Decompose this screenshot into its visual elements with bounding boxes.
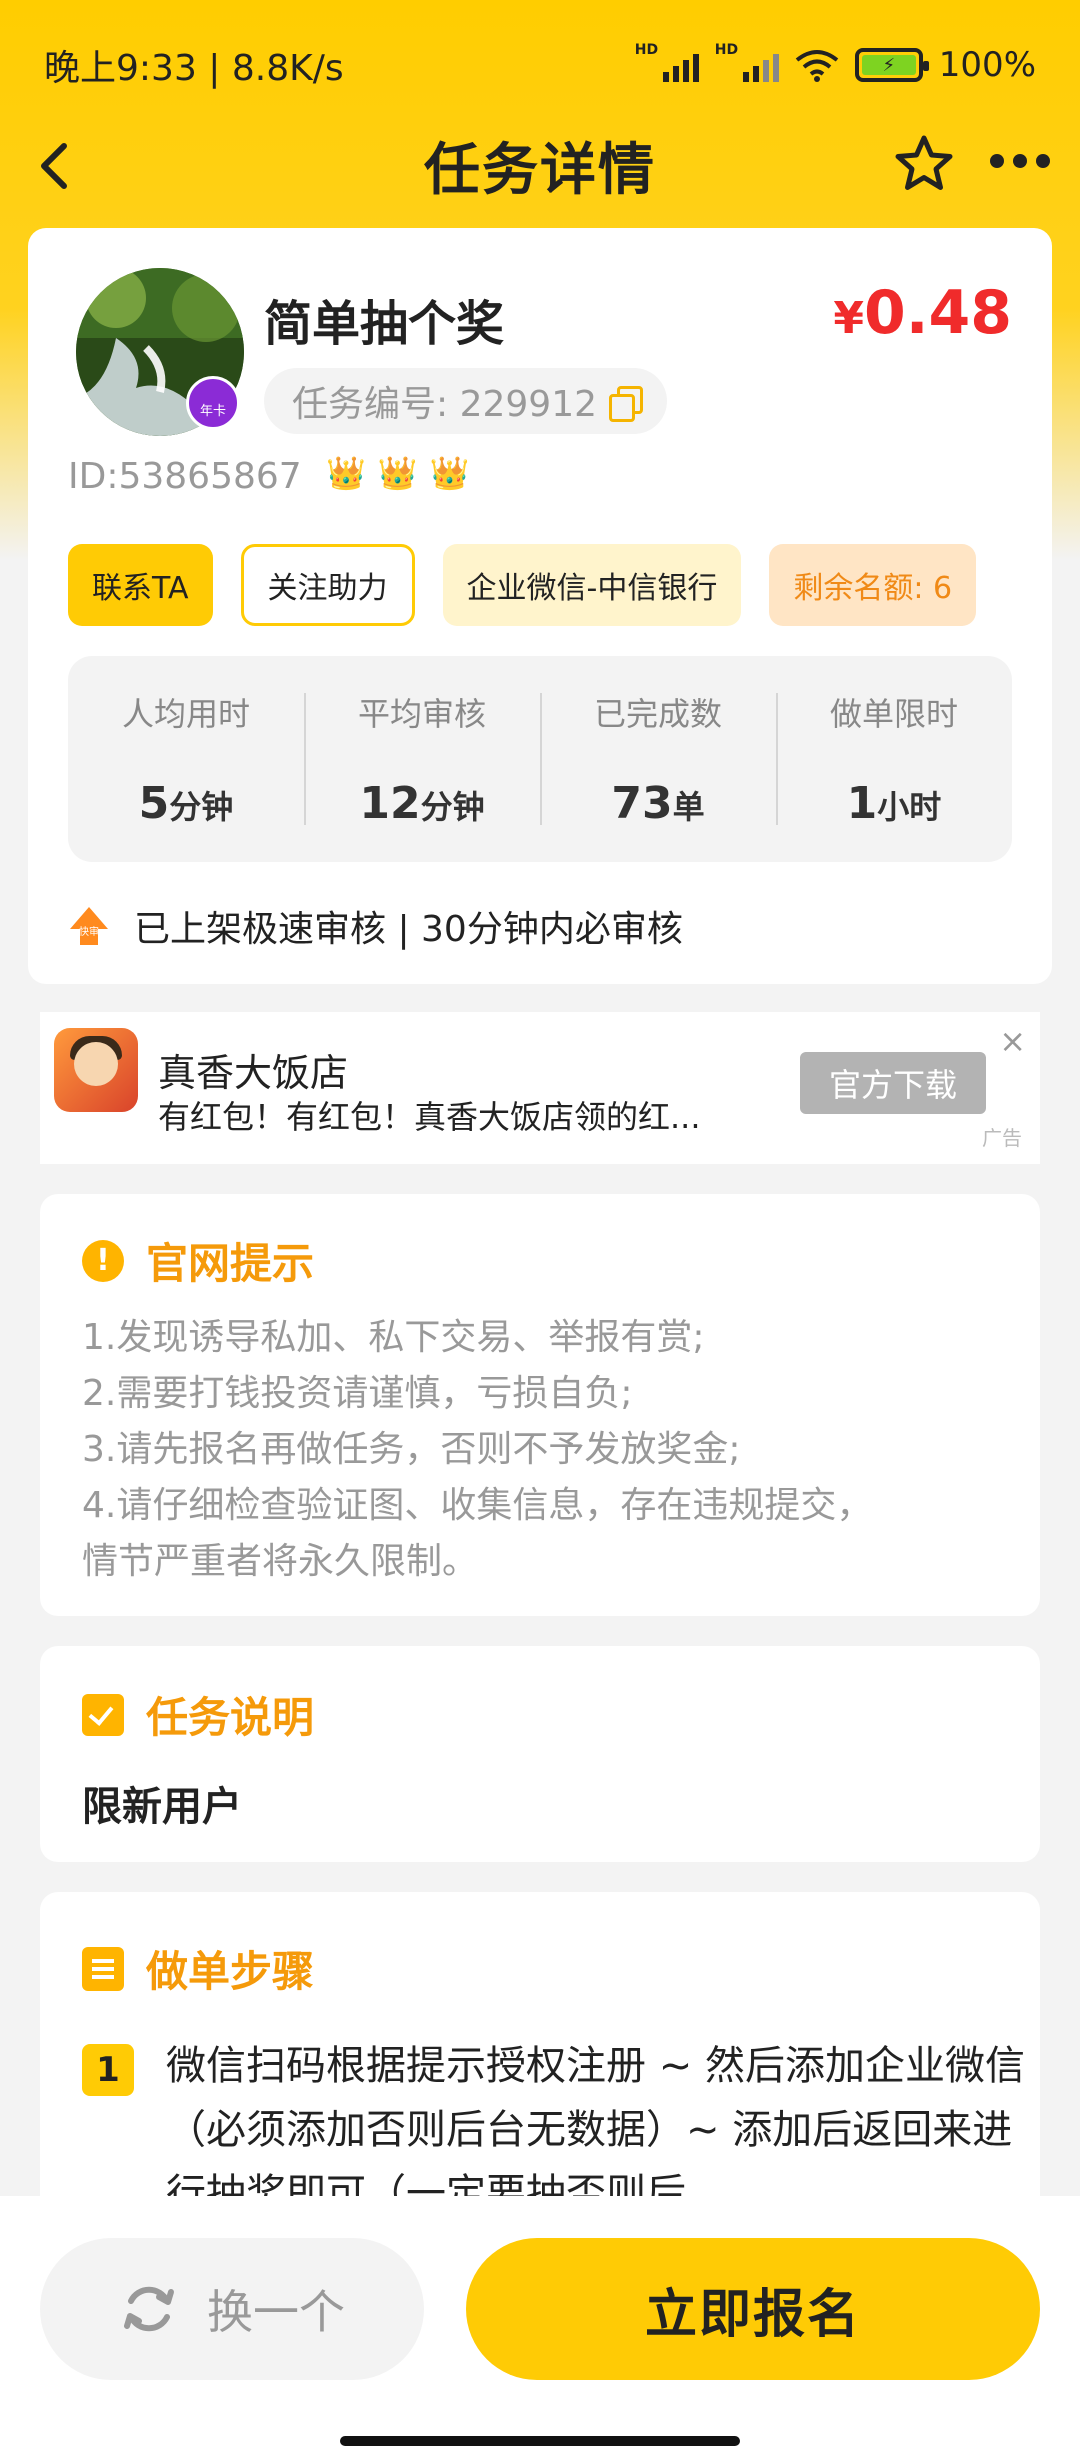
stat-label: 人均用时 [121,695,250,733]
status-time-speed: 晚上9:33 | 8.8K/s [44,48,344,89]
page-title: 任务详情 [424,137,656,203]
checklist-icon [82,1693,124,1736]
signal-icon: HD [635,42,699,82]
stat-unit: 分钟 [420,788,485,826]
hd-label-2: HD [714,42,739,58]
stat-label: 平均审核 [357,695,486,733]
ad-download-button[interactable]: 官方下载 [800,1052,986,1114]
price-value: 0.48 [863,278,1012,348]
fast-review-text: 已上架极速审核 | 30分钟内必审核 [134,909,683,950]
step-number: 1 [82,2044,134,2096]
ad-label: 广告 [982,1126,1022,1150]
stat-unit: 分钟 [169,788,234,826]
remaining-quota-tag: 剩余名额: 6 [769,544,977,626]
home-indicator[interactable] [340,2436,740,2446]
fast-review-icon: 快审 [70,907,108,945]
battery-percent: 100% [938,45,1036,85]
crown-icon: 👑 [429,454,470,492]
stat-value: 1 [846,778,878,829]
notice-line: 1.发现诱导私加、私下交易、举报有赏; [82,1317,705,1358]
ad-close-icon[interactable]: × [999,1022,1026,1060]
back-arrow-icon[interactable] [30,138,80,194]
stat-label: 已完成数 [593,695,722,733]
task-id-label: 任务编号: 229912 [292,384,597,425]
stat-avg-time: 人均用时 5分钟 [68,689,304,829]
stat-value: 5 [138,778,170,829]
task-tags: 联系TA 关注助力 企业微信-中信银行 剩余名额: 6 [68,544,977,626]
fast-review-icon-text: 快审 [79,925,99,938]
task-description-card: 任务说明 限新用户 [40,1646,1040,1862]
stat-avg-review: 平均审核 12分钟 [304,689,540,829]
signup-button[interactable]: 立即报名 [466,2238,1040,2380]
battery-icon: ⚡ [854,48,929,82]
task-info-card: 年卡 简单抽个奖 ¥0.48 任务编号: 229912 ID:53865867 … [28,228,1052,984]
change-task-label: 换一个 [207,2285,345,2339]
status-bar: 晚上9:33 | 8.8K/s HD HD ⚡ 100% [0,0,1080,130]
description-header: 任务说明 [82,1684,314,1745]
copy-icon[interactable] [609,386,643,422]
bottom-action-bar: 换一个 立即报名 [0,2196,1080,2460]
more-options-icon[interactable] [990,146,1050,176]
company-tag: 企业微信-中信银行 [442,544,742,626]
notice-header: ! 官网提示 [82,1230,314,1291]
notice-line: 3.请先报名再做任务，否则不予发放奖金; [82,1429,741,1470]
stat-completed: 已完成数 73单 [540,689,776,829]
wifi-icon [795,50,839,82]
refresh-icon [124,2286,174,2332]
favorite-star-icon[interactable] [892,132,956,196]
description-body: 限新用户 [82,1784,242,1830]
nav-header: 任务详情 [0,120,1080,210]
change-task-button[interactable]: 换一个 [40,2238,424,2380]
list-icon [82,1946,124,1991]
ad-app-icon [54,1028,138,1112]
follow-button[interactable]: 关注助力 [240,544,415,626]
crown-icon: 👑 [326,454,366,492]
ad-banner[interactable]: 真香大饭店 有红包！有红包！真香大饭店领的红... 官方下载 × 广告 [40,1012,1040,1164]
status-icons: HD HD ⚡ 100% [635,42,1036,85]
description-title: 任务说明 [146,1693,315,1742]
crown-icons: 👑 👑 👑 [326,454,470,492]
crown-icon: 👑 [377,454,418,492]
user-id: ID:53865867 [68,456,302,497]
official-notice-card: ! 官网提示 1.发现诱导私加、私下交易、举报有赏; 2.需要打钱投资请谨慎，亏… [40,1194,1040,1616]
fast-review-row: 快审 已上架极速审核 | 30分钟内必审核 [68,900,683,952]
notice-lines: 1.发现诱导私加、私下交易、举报有赏; 2.需要打钱投资请谨慎，亏损自负; 3.… [82,1310,1012,1590]
warning-icon: ! [82,1239,124,1282]
vip-crown-badge: 年卡 [186,376,240,430]
stat-label: 做单限时 [829,695,958,733]
vip-badge-label: 年卡 [199,404,226,419]
stat-value: 12 [359,778,421,829]
steps-title: 做单步骤 [146,1947,315,1996]
contact-button[interactable]: 联系TA [68,544,213,626]
ad-title: 真香大饭店 [158,1051,349,1095]
task-price: ¥0.48 [833,278,1012,348]
stat-unit: 小时 [877,788,942,826]
stat-unit: 单 [672,788,705,826]
signal-icon-2: HD [715,42,779,82]
ad-description: 有红包！有红包！真香大饭店领的红... [158,1098,701,1136]
task-stats: 人均用时 5分钟 平均审核 12分钟 已完成数 73单 做单限时 1小时 [68,656,1012,862]
task-title: 简单抽个奖 [264,296,505,352]
notice-title: 官网提示 [146,1239,315,1288]
price-currency: ¥ [833,293,864,344]
hd-label: HD [634,42,659,58]
notice-line: 情节严重者将永久限制。 [82,1541,479,1582]
steps-header: 做单步骤 [82,1938,314,1999]
notice-line: 4.请仔细检查验证图、收集信息，存在违规提交， [82,1485,873,1526]
stat-time-limit: 做单限时 1小时 [776,689,1012,829]
stat-value: 73 [611,778,673,829]
task-id-pill[interactable]: 任务编号: 229912 [264,368,667,434]
notice-line: 2.需要打钱投资请谨慎，亏损自负; [82,1373,633,1414]
